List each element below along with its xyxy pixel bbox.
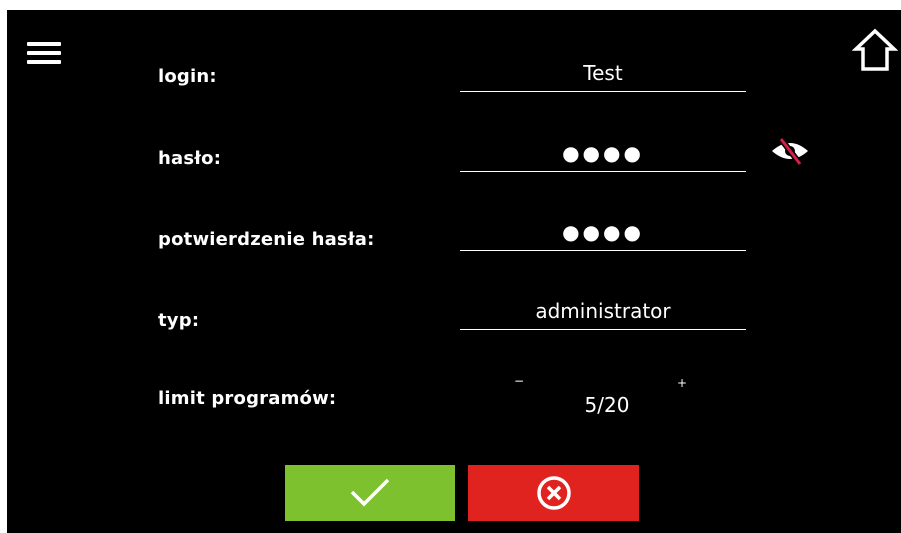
program-limit-value: 5/20: [584, 393, 630, 417]
program-limit-label: limit programów:: [158, 388, 337, 409]
password-label: hasło:: [158, 148, 222, 169]
type-label: typ:: [158, 310, 200, 331]
checkmark-icon: [350, 478, 390, 507]
confirm-button[interactable]: [285, 465, 455, 521]
confirm-password-field[interactable]: ●●●●: [460, 212, 746, 251]
cancel-button[interactable]: [468, 465, 639, 521]
limit-increment-button[interactable]: +: [677, 376, 687, 390]
limit-decrement-button[interactable]: −: [514, 374, 524, 388]
eye-slash-icon[interactable]: [770, 137, 810, 165]
confirm-password-label: potwierdzenie hasła:: [158, 229, 375, 250]
login-label: login:: [158, 66, 217, 87]
password-field[interactable]: ●●●●: [460, 133, 746, 172]
type-field[interactable]: administrator: [460, 291, 746, 330]
hamburger-menu-icon[interactable]: [27, 42, 61, 66]
login-field[interactable]: Test: [460, 53, 746, 92]
home-icon[interactable]: [852, 27, 898, 73]
circle-x-icon: [536, 476, 571, 510]
user-edit-screen: login: Test hasło: ●●●● potwierdzenie ha…: [7, 10, 901, 533]
